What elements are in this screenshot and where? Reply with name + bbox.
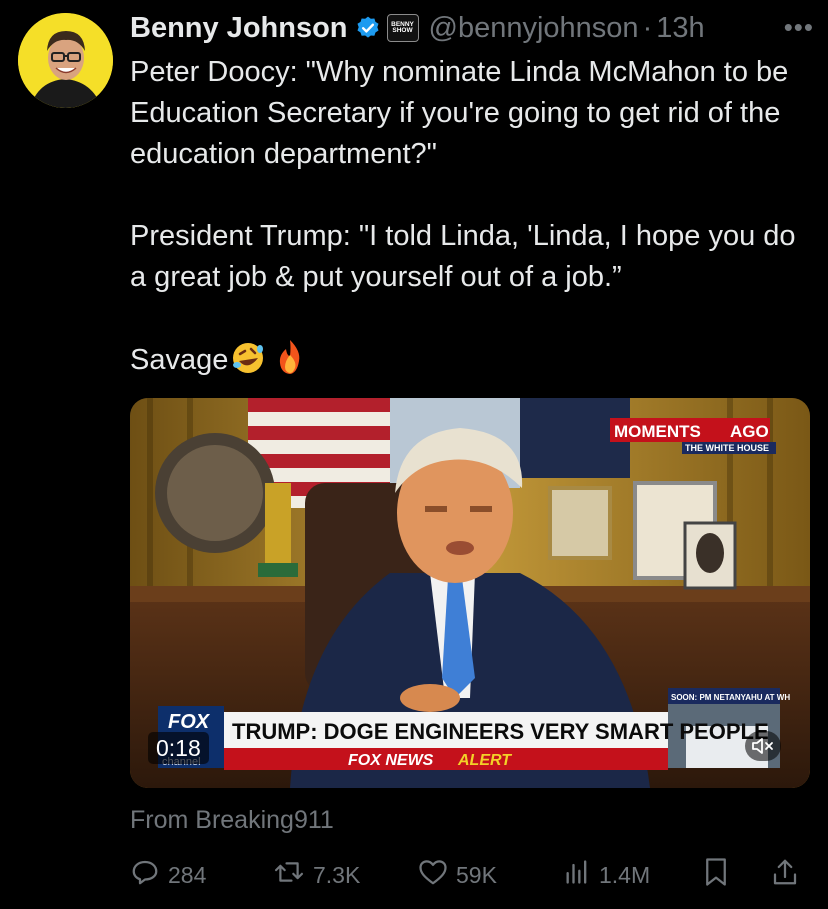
share-icon [771, 857, 799, 893]
banner-ago: AGO [730, 422, 769, 441]
verified-badge-icon[interactable] [355, 15, 381, 41]
tweet-text-line-2: President Trump: "I told Linda, 'Linda, … [130, 220, 796, 293]
tweet-header: Benny Johnson BENNY SHOW @bennyjohnson ·… [130, 8, 814, 48]
reply-count: 284 [168, 861, 207, 888]
like-button[interactable]: 59K [418, 858, 563, 892]
chyron-headline: TRUMP: DOGE ENGINEERS VERY SMART PEOPLE [232, 719, 769, 744]
video-source[interactable]: From Breaking911 [130, 806, 334, 835]
rolling-on-floor-laughing-emoji-icon [231, 341, 265, 387]
avatar-image [18, 13, 113, 108]
tweet-text: Peter Doocy: "Why nominate Linda McMahon… [130, 52, 810, 387]
author-name[interactable]: Benny Johnson [130, 12, 348, 45]
reply-button[interactable]: 284 [130, 857, 273, 893]
reply-icon [130, 857, 160, 893]
mute-toggle-icon[interactable] [745, 731, 781, 761]
more-options-icon[interactable]: ••• [784, 12, 814, 43]
repost-count: 7.3K [313, 861, 361, 888]
bookmark-icon [703, 857, 729, 893]
avatar[interactable] [18, 13, 113, 108]
video-duration: 0:18 [148, 732, 209, 764]
banner-moments: MOMENTS [614, 422, 701, 441]
video-thumbnail: MOMENTS AGO THE WHITE HOUSE SOON: PM NET… [130, 398, 810, 788]
heart-icon [418, 858, 448, 892]
tweet-text-line-3: Savage [130, 339, 810, 387]
fire-emoji-icon [275, 339, 305, 387]
fox-logo-text: FOX [168, 711, 211, 733]
header-separator: · [642, 11, 653, 44]
author-handle[interactable]: @bennyjohnson [429, 12, 639, 45]
alert-word: ALERT [457, 752, 512, 769]
views-button[interactable]: 1.4M [563, 858, 703, 892]
repost-button[interactable]: 7.3K [273, 857, 418, 893]
alert-fox-news: FOX NEWS [348, 752, 434, 769]
like-count: 59K [456, 861, 497, 888]
tweet-timestamp[interactable]: 13h [656, 12, 704, 45]
share-button[interactable] [771, 857, 799, 893]
tweet-actions: 284 7.3K 59K 1.4M [130, 855, 810, 895]
tweet-text-line-1: Peter Doocy: "Why nominate Linda McMahon… [130, 56, 789, 170]
views-count: 1.4M [599, 861, 651, 888]
bookmark-button[interactable] [703, 857, 771, 893]
video-player[interactable]: MOMENTS AGO THE WHITE HOUSE SOON: PM NET… [130, 398, 810, 788]
affiliate-badge-line2: SHOW [392, 27, 413, 34]
affiliate-badge[interactable]: BENNY SHOW [386, 14, 419, 42]
analytics-icon [563, 858, 591, 892]
repost-icon [273, 857, 305, 893]
soon-text: SOON: PM NETANYAHU AT WH [671, 693, 790, 702]
banner-location: THE WHITE HOUSE [685, 443, 769, 453]
tweet-text-savage: Savage [130, 344, 229, 376]
